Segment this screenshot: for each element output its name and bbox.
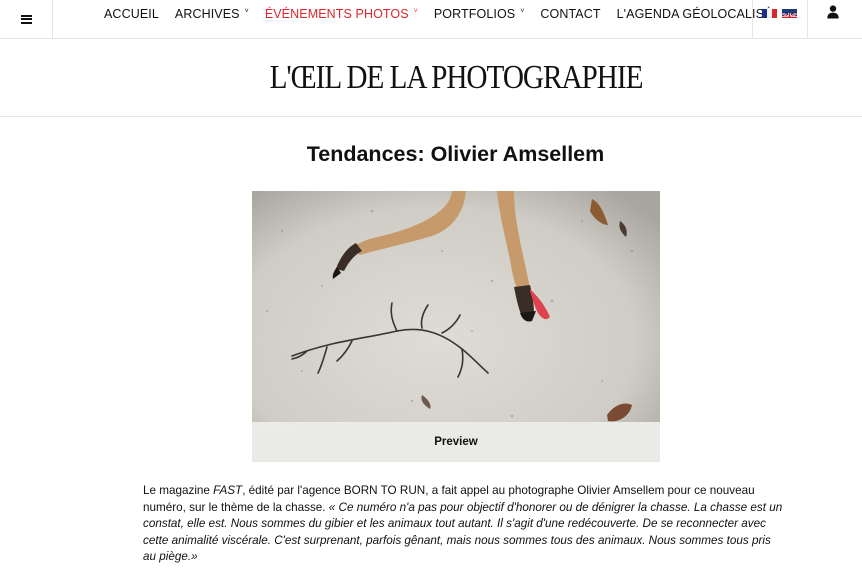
magazine-name: FAST xyxy=(213,484,243,497)
nav-label: ÉVÉNEMENTS PHOTOS xyxy=(264,7,409,21)
header-divider xyxy=(0,116,862,117)
chevron-down-icon: ˅ xyxy=(244,7,249,15)
user-account-button[interactable] xyxy=(807,0,862,38)
nav-label: CONTACT xyxy=(540,7,601,21)
nav-label: ARCHIVES xyxy=(174,7,240,21)
article-title: Tendances: Olivier Amsellem xyxy=(306,142,605,166)
uk-flag-icon[interactable] xyxy=(782,9,797,18)
user-icon xyxy=(827,5,839,19)
menu-button[interactable] xyxy=(0,0,53,38)
nav-item-contact[interactable]: CONTACT xyxy=(540,7,600,21)
nav-item-archives[interactable]: ARCHIVES ˅ xyxy=(175,7,249,21)
nav-label: PORTFOLIOS xyxy=(433,7,516,21)
hamburger-icon xyxy=(20,14,32,24)
chevron-down-icon: ˅ xyxy=(413,7,418,15)
preview-button[interactable]: Preview xyxy=(252,422,660,462)
nav-item-accueil[interactable]: ACCUEIL xyxy=(104,7,159,21)
nav-item-portfolios[interactable]: PORTFOLIOS ˅ xyxy=(434,7,525,21)
language-switcher xyxy=(752,0,808,38)
top-navigation-bar: ACCUEIL ARCHIVES ˅ ÉVÉNEMENTS PHOTOS ˅ POR… xyxy=(0,0,862,39)
main-nav: ACCUEIL ARCHIVES ˅ ÉVÉNEMENTS PHOTOS ˅ POR… xyxy=(104,0,788,28)
paragraph-text: Le magazine xyxy=(143,484,214,497)
chevron-down-icon: ˅ xyxy=(520,7,525,15)
article-photo[interactable]: Preview xyxy=(252,191,660,462)
french-flag-icon[interactable] xyxy=(762,9,777,18)
site-logo-title[interactable]: L'ŒIL DE LA PHOTOGRAPHIE xyxy=(64,58,848,98)
nav-item-agenda-geolocalise[interactable]: L'AGENDA GÉOLOCALISÉ xyxy=(617,7,773,21)
nav-label: ACCUEIL xyxy=(104,7,159,21)
nav-item-evenements-photos[interactable]: ÉVÉNEMENTS PHOTOS ˅ xyxy=(265,7,418,21)
article-paragraph: Le magazine FAST, édité par l'agence BOR… xyxy=(143,483,783,566)
nav-label: L'AGENDA GÉOLOCALISÉ xyxy=(616,7,773,21)
